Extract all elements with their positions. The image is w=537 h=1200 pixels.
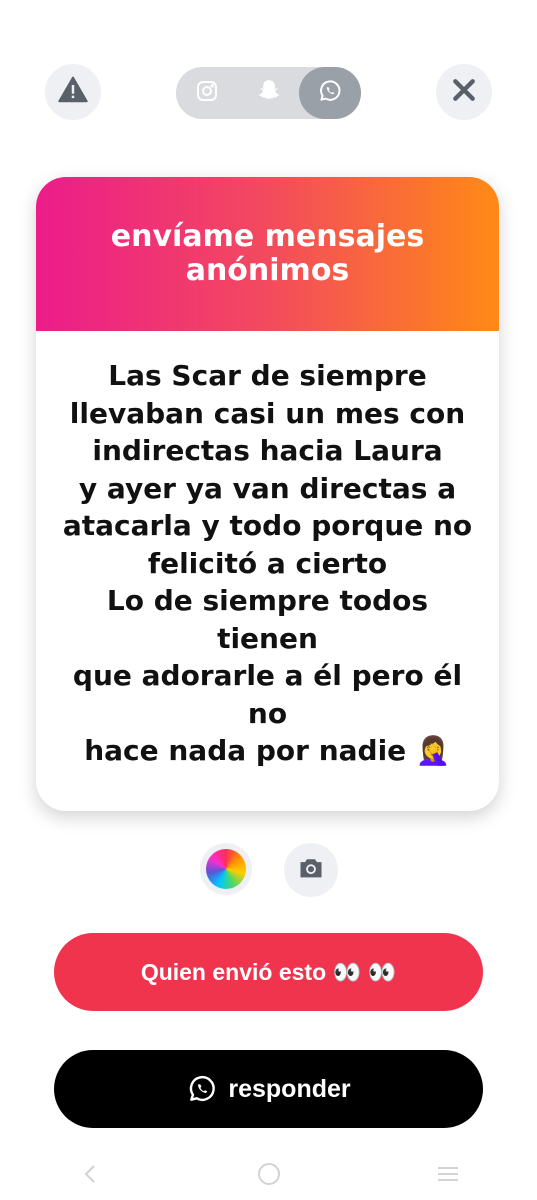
who-sent-label: Quien envió esto 👀 👀 [140, 958, 397, 985]
close-button[interactable] [436, 64, 492, 120]
instagram-icon [195, 79, 219, 107]
camera-icon [297, 854, 325, 886]
back-icon[interactable] [70, 1154, 110, 1194]
reply-label: responder [228, 1074, 351, 1103]
card-header-title: envíame mensajes anónimos [110, 219, 425, 288]
whatsapp-icon [317, 78, 343, 108]
message-text: Las Scar de siempre llevaban casi un mes… [62, 359, 473, 767]
share-instagram-option[interactable] [176, 67, 238, 119]
whatsapp-icon [186, 1073, 218, 1105]
snapchat-icon [256, 78, 282, 108]
warning-icon [58, 75, 88, 109]
close-icon [451, 77, 477, 107]
system-navigation-bar [0, 1148, 537, 1200]
color-picker-button[interactable] [200, 843, 252, 895]
share-snapchat-option[interactable] [238, 67, 300, 119]
share-whatsapp-option[interactable] [299, 67, 362, 119]
report-button[interactable] [45, 64, 101, 120]
share-platform-selector [176, 67, 362, 119]
message-card: envíame mensajes anónimos Las Scar de si… [36, 177, 499, 811]
who-sent-button[interactable]: Quien envió esto 👀 👀 [54, 933, 483, 1011]
menu-icon[interactable] [428, 1154, 468, 1194]
color-wheel-icon [206, 849, 246, 889]
card-header: envíame mensajes anónimos [36, 177, 499, 331]
reply-button[interactable]: responder [54, 1050, 483, 1128]
camera-button[interactable] [284, 843, 338, 897]
home-icon[interactable] [249, 1154, 289, 1194]
